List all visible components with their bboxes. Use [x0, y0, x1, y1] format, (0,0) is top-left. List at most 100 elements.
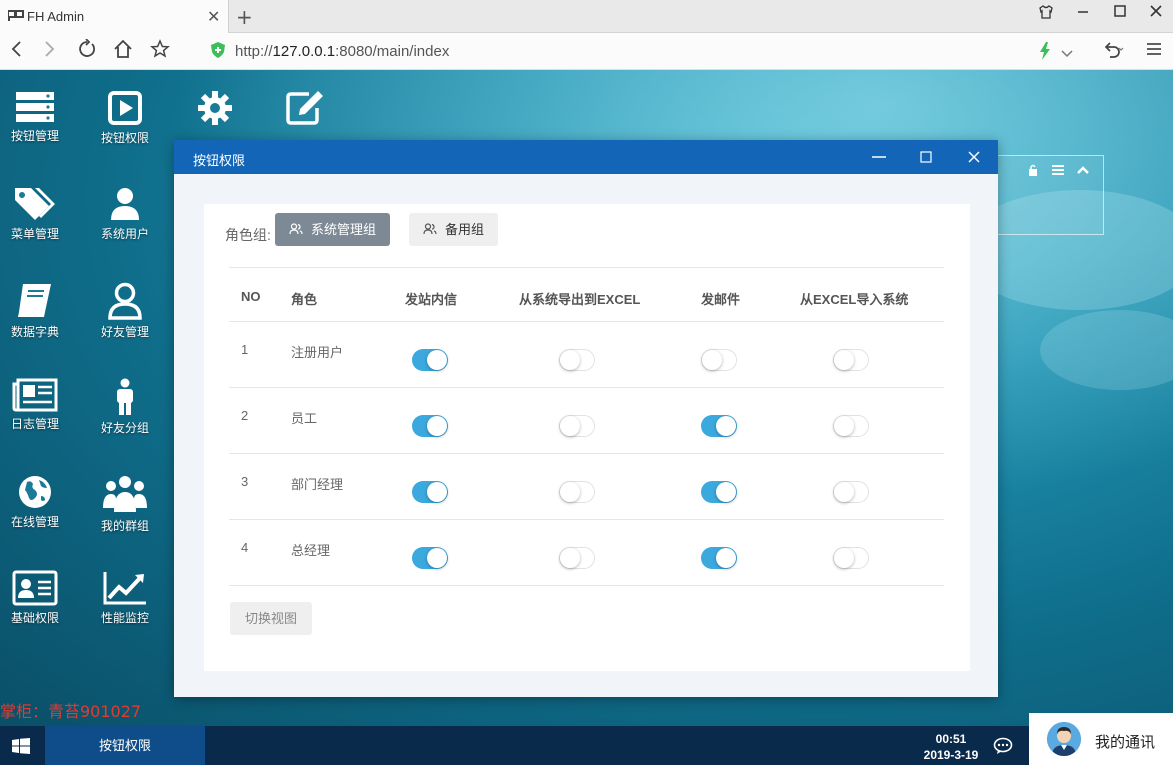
switch-knob — [716, 482, 736, 502]
permission-switch[interactable] — [412, 349, 448, 371]
permission-switch[interactable] — [701, 481, 737, 503]
gear-icon — [198, 91, 232, 125]
home-icon[interactable] — [110, 39, 136, 64]
row-number: 2 — [241, 408, 249, 423]
taskbar-item-active[interactable]: 按钮权限 — [45, 726, 205, 765]
column-header: 发邮件 — [701, 292, 741, 307]
clock-date: 2019-3-19 — [923, 748, 979, 762]
taskbar-clock: 00:51 2019-3-19 — [916, 731, 986, 763]
permission-switch[interactable] — [559, 481, 595, 503]
desktop-icon-friend-management[interactable]: 好友管理 — [90, 282, 160, 362]
desktop-icon-button-management[interactable]: 按钮管理 — [0, 90, 70, 170]
lock-icon[interactable] — [1028, 164, 1038, 179]
reload-icon[interactable] — [74, 38, 100, 64]
line-chart-icon — [103, 572, 146, 605]
permission-switch[interactable] — [833, 547, 869, 569]
column-header: NO — [241, 289, 261, 304]
desktop-icon-button-permissions[interactable]: 按钮权限 — [90, 90, 160, 170]
column-header: 从EXCEL导入系统 — [800, 292, 909, 307]
group-button-backup[interactable]: 备用组 — [409, 213, 499, 246]
desktop-icon-online-management[interactable]: 在线管理 — [0, 474, 70, 554]
table-row: 1 注册用户 — [229, 322, 944, 388]
desktop-icon-menu-management[interactable]: 菜单管理 — [0, 186, 70, 266]
desktop-icon-label: 性能监控 — [100, 611, 149, 625]
role-name: 总经理 — [291, 543, 331, 558]
newspaper-icon — [12, 378, 58, 412]
back-icon[interactable] — [4, 39, 30, 64]
desktop-icon-system-users[interactable]: 系统用户 — [90, 186, 160, 266]
url-text: http://127.0.0.1:8080/main/index — [235, 43, 450, 60]
chevron-down-icon[interactable] — [1054, 42, 1080, 66]
desktop-icon-data-dictionary[interactable]: 数据字典 — [0, 282, 70, 362]
permission-switch[interactable] — [833, 349, 869, 371]
tab-close-icon[interactable]: ✕ — [207, 7, 220, 27]
forward-icon[interactable] — [36, 39, 62, 64]
permission-switch[interactable] — [701, 547, 737, 569]
table-header-row: NO 角色 发站内信 从系统导出到EXCEL 发邮件 从EXCEL导入系统 — [229, 268, 944, 322]
switch-knob — [560, 548, 580, 568]
switch-knob — [716, 548, 736, 568]
desktop-icon-basic-permissions[interactable]: 基础权限 — [0, 570, 70, 650]
group-button-system-admin[interactable]: 系统管理组 — [275, 213, 391, 246]
minimize-icon[interactable] — [869, 146, 889, 166]
undo-icon[interactable] — [1100, 39, 1126, 64]
permission-switch[interactable] — [833, 415, 869, 437]
desktop-icon-label: 按钮管理 — [10, 129, 59, 143]
minimize-window-icon[interactable] — [1071, 4, 1095, 22]
permission-switch[interactable] — [412, 547, 448, 569]
table-body: 1 注册用户 2 员工 3 部门经理 4 总经理 — [229, 322, 944, 586]
desktop-icon-label: 我的群组 — [100, 519, 149, 533]
permissions-card: 角色组: 系统管理组 备用组 NO 角色 发站内信 从系统导出到EXCEL 发邮… — [204, 204, 970, 671]
maximize-window-icon[interactable] — [1108, 4, 1132, 22]
permission-switch[interactable] — [559, 415, 595, 437]
skin-icon[interactable] — [1034, 4, 1058, 24]
window-titlebar[interactable]: 按钮权限 — [174, 140, 998, 174]
browser-navbar: http://127.0.0.1:8080/main/index — [0, 33, 1173, 70]
close-window-icon[interactable] — [1144, 4, 1168, 22]
maximize-icon[interactable] — [916, 146, 936, 166]
column-header: 从系统导出到EXCEL — [519, 292, 641, 307]
edit-icon — [286, 91, 323, 125]
desktop-icon-my-groups[interactable]: 我的群组 — [90, 474, 160, 554]
table-row: 3 部门经理 — [229, 454, 944, 520]
list-icon[interactable] — [1051, 164, 1064, 179]
permission-switch[interactable] — [412, 481, 448, 503]
users-icon — [103, 476, 147, 512]
switch-knob — [834, 482, 854, 502]
switch-knob — [834, 416, 854, 436]
browser-tab[interactable]: FH Admin ✕ — [0, 0, 229, 33]
switch-knob — [702, 350, 722, 370]
window-title: 按钮权限 — [193, 153, 246, 168]
permission-switch[interactable] — [412, 415, 448, 437]
permission-switch[interactable] — [701, 349, 737, 371]
secure-shield-icon — [211, 42, 225, 58]
switch-knob — [427, 482, 447, 502]
toggle-view-button[interactable]: 切换视图 — [230, 602, 312, 635]
bookmark-star-icon[interactable] — [147, 39, 173, 64]
desktop-icon-performance-monitor[interactable]: 性能监控 — [90, 570, 160, 650]
close-icon[interactable] — [964, 146, 984, 166]
desktop-icon-label: 数据字典 — [10, 325, 59, 339]
chat-bubble-icon[interactable] — [993, 737, 1013, 758]
permission-switch[interactable] — [559, 349, 595, 371]
new-tab-icon[interactable]: + — [236, 5, 253, 29]
users-outline-icon — [289, 223, 303, 235]
row-number: 4 — [241, 540, 249, 555]
im-panel[interactable]: 我的通讯 — [1029, 713, 1173, 765]
row-number: 3 — [241, 474, 249, 489]
permission-switch[interactable] — [833, 481, 869, 503]
desktop-icon-label: 好友分组 — [100, 421, 149, 435]
chevron-up-icon[interactable] — [1077, 164, 1090, 179]
menu-icon[interactable] — [1141, 39, 1167, 63]
user-outline-icon — [108, 282, 142, 320]
switch-knob — [427, 350, 447, 370]
address-bar[interactable]: http://127.0.0.1:8080/main/index — [205, 39, 1035, 63]
switch-knob — [427, 548, 447, 568]
windows-start-icon[interactable] — [12, 738, 30, 757]
server-icon — [16, 92, 54, 122]
permission-switch[interactable] — [701, 415, 737, 437]
permission-switch[interactable] — [559, 547, 595, 569]
desktop-icon-friend-groups[interactable]: 好友分组 — [90, 378, 160, 458]
role-name: 部门经理 — [291, 477, 344, 492]
desktop-icon-log-management[interactable]: 日志管理 — [0, 378, 70, 458]
